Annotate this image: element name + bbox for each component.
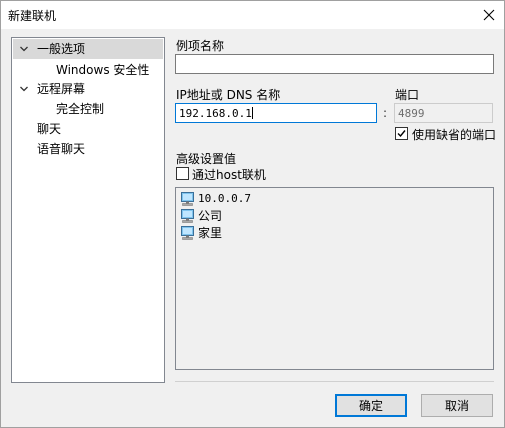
new-connection-dialog: 新建联机 一般选项 Windows 安全性 远程屏幕 完全控制 聊天 语音聊天 … xyxy=(0,0,505,428)
window-title: 新建联机 xyxy=(8,9,57,23)
title-bar: 新建联机 xyxy=(1,1,504,29)
settings-tree: 一般选项 Windows 安全性 远程屏幕 完全控制 聊天 语音聊天 xyxy=(11,37,165,383)
chevron-down-icon[interactable] xyxy=(19,44,29,54)
ip-dns-label: IP地址或 DNS 名称 xyxy=(176,88,281,102)
ok-button[interactable]: 确定 xyxy=(335,394,407,417)
host-label: 家里 xyxy=(198,226,223,240)
ip-address-value: 192.168.0.1 xyxy=(179,107,252,120)
instance-name-label: 例项名称 xyxy=(176,39,225,53)
tree-item-label: 聊天 xyxy=(37,122,62,136)
tree-item-remote-screen[interactable]: 远程屏幕 xyxy=(13,79,163,99)
tree-item-label: 语音聊天 xyxy=(37,142,86,156)
button-separator xyxy=(175,381,494,382)
advanced-settings-label: 高级设置值 xyxy=(176,152,237,166)
close-button[interactable] xyxy=(474,1,504,29)
list-item[interactable]: 公司 xyxy=(180,207,222,225)
text-cursor xyxy=(251,107,253,119)
via-host-checkbox[interactable] xyxy=(176,167,189,180)
cancel-button[interactable]: 取消 xyxy=(421,394,493,417)
ok-button-label: 确定 xyxy=(358,399,383,413)
port-label: 端口 xyxy=(395,88,420,102)
list-item[interactable]: 家里 xyxy=(180,224,222,242)
tree-item-general[interactable]: 一般选项 xyxy=(13,39,163,59)
instance-name-input[interactable] xyxy=(175,54,494,74)
chevron-down-icon[interactable] xyxy=(19,84,29,94)
port-input[interactable]: 4899 xyxy=(394,103,493,123)
host-label: 10.0.0.7 xyxy=(198,192,251,205)
list-item[interactable]: 10.0.0.7 xyxy=(180,190,251,208)
ip-port-separator: : xyxy=(383,106,388,120)
tree-item-chat[interactable]: 聊天 xyxy=(37,119,61,139)
computer-icon xyxy=(181,226,194,240)
default-port-checkbox[interactable] xyxy=(395,127,408,140)
tree-item-label: 完全控制 xyxy=(56,102,105,116)
tree-item-windows-security[interactable]: Windows 安全性 xyxy=(56,60,149,80)
ip-address-input[interactable]: 192.168.0.1 xyxy=(175,103,377,123)
tree-item-label: Windows 安全性 xyxy=(56,63,150,77)
computer-icon xyxy=(181,209,194,223)
tree-item-full-control[interactable]: 完全控制 xyxy=(56,99,104,119)
tree-item-label: 远程屏幕 xyxy=(37,82,86,96)
host-list[interactable]: 10.0.0.7 公司 家里 xyxy=(175,187,494,370)
checkmark-icon xyxy=(397,130,406,138)
tree-item-label: 一般选项 xyxy=(37,42,86,56)
default-port-label: 使用缺省的端口 xyxy=(412,128,497,142)
via-host-label: 通过host联机 xyxy=(192,168,266,182)
close-icon xyxy=(483,9,495,21)
host-label: 公司 xyxy=(198,209,223,223)
cancel-button-label: 取消 xyxy=(444,399,469,413)
computer-icon xyxy=(181,192,194,206)
tree-item-voice-chat[interactable]: 语音聊天 xyxy=(37,139,85,159)
